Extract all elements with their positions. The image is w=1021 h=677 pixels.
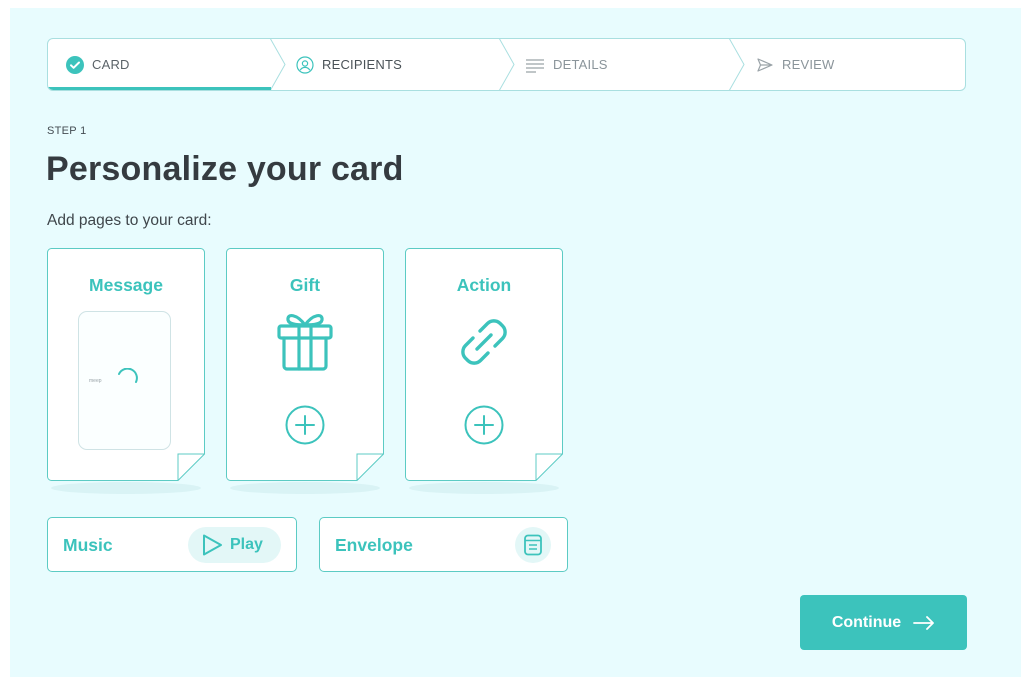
step-label: DETAILS xyxy=(553,57,608,72)
page-title: Personalize your card xyxy=(46,150,404,188)
music-label: Music xyxy=(63,535,113,555)
add-gift-button[interactable] xyxy=(285,405,325,445)
progress-stepper: CARD RECIPIENTS DETAILS REVIEW xyxy=(47,38,966,91)
message-preview[interactable]: meep xyxy=(78,311,171,450)
page-card-gift[interactable]: Gift xyxy=(226,248,384,498)
lines-icon xyxy=(525,56,545,74)
message-preview-text: meep xyxy=(89,378,102,384)
arrow-right-icon xyxy=(913,615,935,630)
continue-label: Continue xyxy=(831,613,902,631)
page-card-title: Gift xyxy=(289,275,321,295)
check-circle-icon xyxy=(66,55,84,74)
step-label: REVIEW xyxy=(782,57,835,72)
page-card-title: Message xyxy=(89,275,163,295)
step-number: STEP 1 xyxy=(47,125,87,137)
step-label: CARD xyxy=(92,57,130,72)
continue-button[interactable]: Continue xyxy=(800,595,967,650)
envelope-button[interactable] xyxy=(515,527,551,563)
step-divider xyxy=(729,39,745,90)
page-subtitle: Add pages to your card: xyxy=(47,212,212,229)
step-review[interactable]: REVIEW xyxy=(756,39,834,90)
page-card-action[interactable]: Action xyxy=(405,248,563,498)
page-card-title: Action xyxy=(456,275,512,295)
active-step-indicator xyxy=(48,87,271,90)
step-recipients[interactable]: RECIPIENTS xyxy=(296,39,402,90)
link-icon xyxy=(461,319,507,365)
step-label: RECIPIENTS xyxy=(322,57,403,72)
play-music-button[interactable]: Play xyxy=(188,527,281,563)
gift-icon xyxy=(277,314,333,371)
step-card[interactable]: CARD xyxy=(66,39,130,90)
music-option[interactable]: Music Play xyxy=(47,517,297,572)
step-details[interactable]: DETAILS xyxy=(525,39,608,90)
send-icon xyxy=(756,56,774,74)
envelope-option[interactable]: Envelope xyxy=(319,517,568,572)
envelope-label: Envelope xyxy=(335,535,413,555)
page-card-message[interactable]: Message meep xyxy=(47,248,205,498)
envelope-icon xyxy=(524,534,542,556)
step-divider xyxy=(499,39,515,90)
play-icon xyxy=(203,534,222,556)
loading-spinner-icon xyxy=(118,368,138,383)
step-divider xyxy=(270,39,286,90)
user-circle-icon xyxy=(296,55,314,74)
add-action-button[interactable] xyxy=(464,405,504,445)
play-label: Play xyxy=(230,536,263,553)
